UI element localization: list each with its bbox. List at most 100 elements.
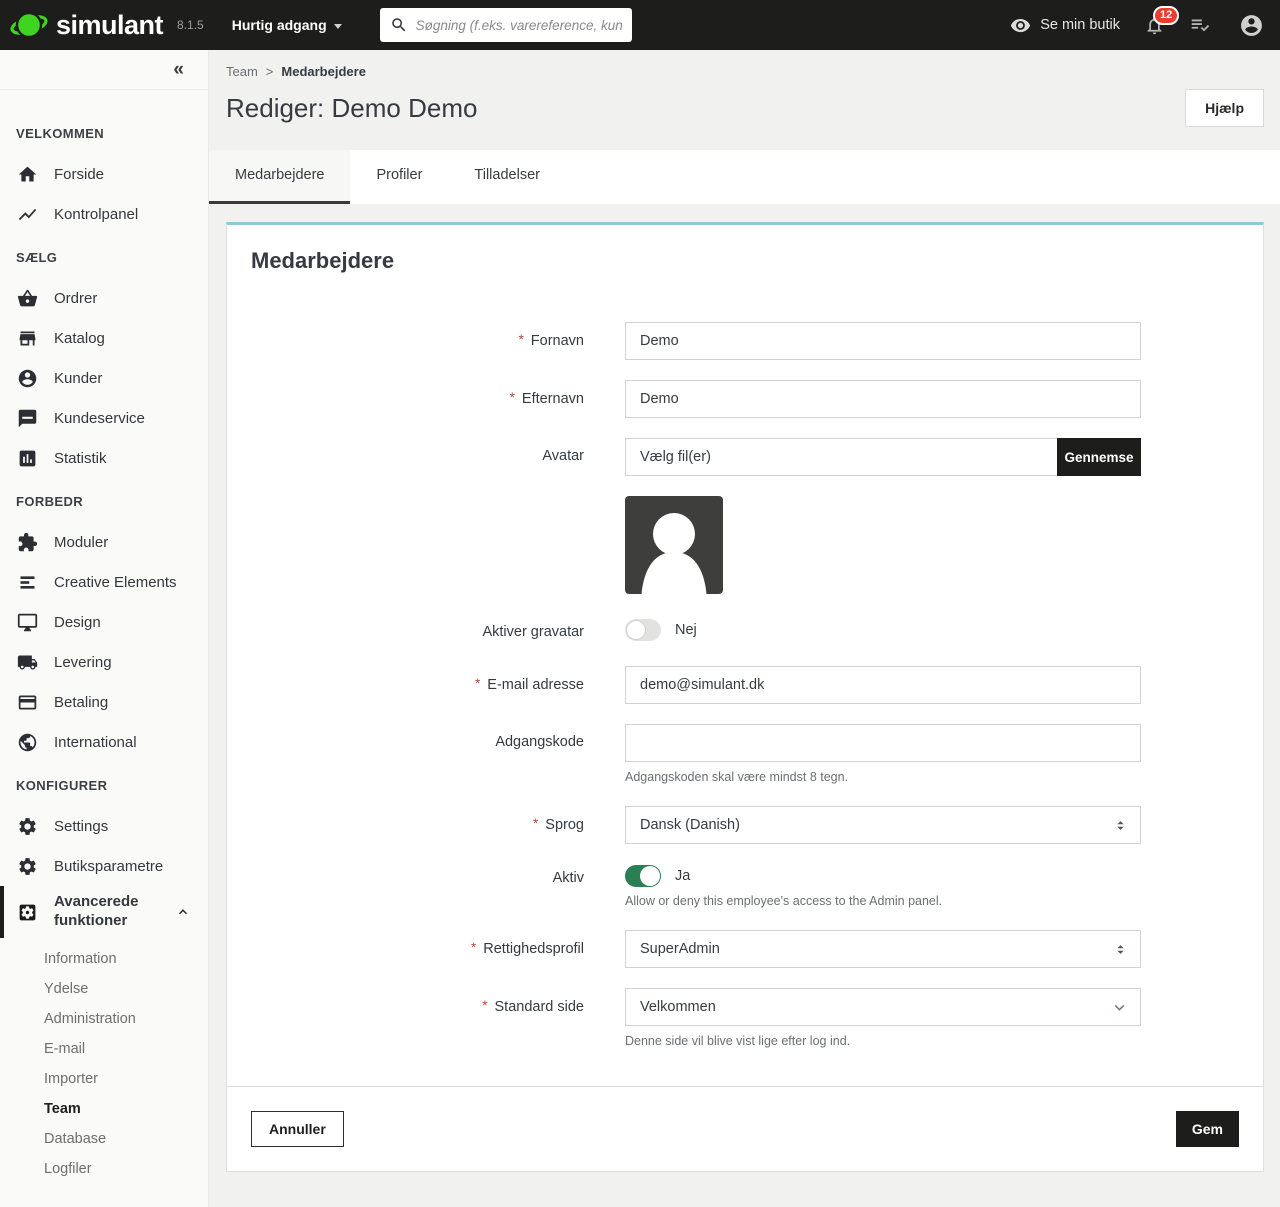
save-button[interactable]: Gem (1176, 1111, 1239, 1147)
shopping-basket-icon (16, 287, 38, 309)
title-row: Rediger: Demo Demo Hjælp (209, 79, 1280, 127)
standard-side-label: Standard side (495, 999, 584, 1015)
standard-side-select[interactable]: Velkommen (625, 988, 1141, 1026)
sprog-label: Sprog (545, 817, 584, 833)
view-shop-link[interactable]: Se min butik (1010, 15, 1120, 36)
main-content: Team > Medarbejdere Rediger: Demo Demo H… (209, 50, 1280, 1207)
page-title: Rediger: Demo Demo (226, 93, 477, 124)
avatar-image (625, 496, 723, 594)
home-icon (16, 163, 38, 185)
person-silhouette-icon (625, 496, 723, 594)
sidebar-item-katalog[interactable]: Katalog (0, 318, 208, 358)
submenu-item-logfiler[interactable]: Logfiler (0, 1154, 208, 1184)
aktiv-toggle[interactable] (625, 865, 661, 887)
lines-icon (16, 571, 38, 593)
quick-access-label: Hurtig adgang (232, 17, 327, 33)
sidebar-item-avancerede-funktioner[interactable]: Avancerede funktioner (0, 886, 208, 938)
adgangskode-input[interactable] (625, 724, 1141, 762)
submenu-item-email[interactable]: E-mail (0, 1034, 208, 1064)
brand-name: simulant (56, 10, 163, 41)
tasks-button[interactable] (1189, 14, 1211, 36)
sidebar-item-kunder[interactable]: Kunder (0, 358, 208, 398)
breadcrumb: Team > Medarbejdere (209, 50, 1280, 79)
chevron-up-icon (176, 905, 190, 919)
form-row-avatar: Avatar Vælg fil(er) Gennemse (251, 438, 1239, 476)
nav-section-saelg: SÆLG Ordrer Katalog (0, 234, 208, 478)
notifications-button[interactable]: 12 (1144, 15, 1165, 36)
sidebar-item-betaling[interactable]: Betaling (0, 682, 208, 722)
sidebar-item-design[interactable]: Design (0, 602, 208, 642)
sidebar-item-settings[interactable]: Settings (0, 806, 208, 846)
eye-icon (1010, 15, 1031, 36)
cancel-button[interactable]: Annuller (251, 1111, 344, 1147)
aktiv-label: Aktiv (553, 870, 584, 886)
standard-side-value: Velkommen (640, 999, 716, 1015)
sidebar-item-forside[interactable]: Forside (0, 154, 208, 194)
standard-side-help: Denne side vil blive vist lige efter log… (625, 1034, 1141, 1048)
aktiv-help-row: Allow or deny this employee's access to … (251, 894, 1239, 908)
sidebar-item-statistik[interactable]: Statistik (0, 438, 208, 478)
fornavn-input[interactable] (625, 322, 1141, 360)
form-row-rettighedsprofil: *Rettighedsprofil SuperAdmin (251, 930, 1239, 968)
submenu-item-database[interactable]: Database (0, 1124, 208, 1154)
sidebar-collapse-button[interactable]: « (173, 60, 184, 79)
aktiv-state: Ja (675, 868, 690, 884)
global-search[interactable] (380, 8, 632, 42)
chevron-down-icon (1111, 999, 1128, 1016)
employee-form: *Fornavn *Efternavn (251, 322, 1239, 1048)
efternavn-label: Efternavn (522, 391, 584, 407)
submenu-item-importer[interactable]: Importer (0, 1064, 208, 1094)
submenu-item-ydelse[interactable]: Ydelse (0, 974, 208, 1004)
search-input[interactable] (416, 18, 622, 33)
tab-medarbejdere[interactable]: Medarbejdere (209, 150, 350, 204)
account-button[interactable] (1239, 13, 1264, 38)
breadcrumb-parent[interactable]: Team (226, 64, 258, 79)
avatar-file-group: Vælg fil(er) Gennemse (625, 438, 1141, 476)
sidebar-item-creative-elements[interactable]: Creative Elements (0, 562, 208, 602)
browse-button[interactable]: Gennemse (1057, 438, 1141, 476)
sidebar-item-levering[interactable]: Levering (0, 642, 208, 682)
submenu-item-team[interactable]: Team (0, 1094, 208, 1124)
sidebar-item-butiksparametre[interactable]: Butiksparametre (0, 846, 208, 886)
version-label: 8.1.5 (177, 18, 204, 32)
sidebar-item-ordrer[interactable]: Ordrer (0, 278, 208, 318)
adgangskode-label: Adgangskode (495, 734, 584, 750)
sidebar-item-kontrolpanel[interactable]: Kontrolpanel (0, 194, 208, 234)
avatar-file-input[interactable]: Vælg fil(er) (625, 438, 1057, 476)
quick-access-dropdown[interactable]: Hurtig adgang (232, 17, 342, 33)
adgangskode-help: Adgangskoden skal være mindst 8 tegn. (625, 770, 1141, 784)
sidebar-item-kundeservice[interactable]: Kundeservice (0, 398, 208, 438)
nav-section-velkommen: VELKOMMEN Forside Kontrolpanel (0, 110, 208, 234)
submenu-item-administration[interactable]: Administration (0, 1004, 208, 1034)
rettighedsprofil-label: Rettighedsprofil (483, 941, 584, 957)
gear-icon (16, 855, 38, 877)
form-row-adgangskode: Adgangskode Adgangskoden skal være minds… (251, 724, 1239, 784)
brand-logo[interactable]: simulant (10, 8, 163, 42)
gravatar-label: Aktiver gravatar (482, 624, 584, 640)
rettighedsprofil-select[interactable]: SuperAdmin (625, 930, 1141, 968)
employee-card: Medarbejdere *Fornavn *Efternavn (226, 222, 1264, 1172)
email-input[interactable] (625, 666, 1141, 704)
section-title: VELKOMMEN (0, 110, 208, 154)
sidebar-item-international[interactable]: International (0, 722, 208, 762)
tab-profiler[interactable]: Profiler (350, 150, 448, 204)
form-row-efternavn: *Efternavn (251, 380, 1239, 418)
sidebar-nav: VELKOMMEN Forside Kontrolpanel SÆLG (0, 90, 208, 1184)
sidebar-item-moduler[interactable]: Moduler (0, 522, 208, 562)
form-row-gravatar: Aktiver gravatar Nej (251, 618, 1239, 642)
efternavn-input[interactable] (625, 380, 1141, 418)
tab-bar: Medarbejdere Profiler Tilladelser (209, 150, 1280, 204)
puzzle-icon (16, 531, 38, 553)
credit-card-icon (16, 691, 38, 713)
section-title: FORBEDR (0, 478, 208, 522)
help-button[interactable]: Hjælp (1185, 89, 1264, 127)
gravatar-state: Nej (675, 622, 697, 638)
topbar-right: Se min butik 12 (1010, 13, 1280, 38)
form-row-standard-side: *Standard side Velkommen Denne side vil … (251, 988, 1239, 1048)
tab-tilladelser[interactable]: Tilladelser (448, 150, 566, 204)
sprog-select[interactable]: Dansk (Danish) (625, 806, 1141, 844)
truck-icon (16, 651, 38, 673)
nav-section-forbedr: FORBEDR Moduler Creative Elements (0, 478, 208, 762)
submenu-item-information[interactable]: Information (0, 944, 208, 974)
gravatar-toggle[interactable] (625, 619, 661, 641)
